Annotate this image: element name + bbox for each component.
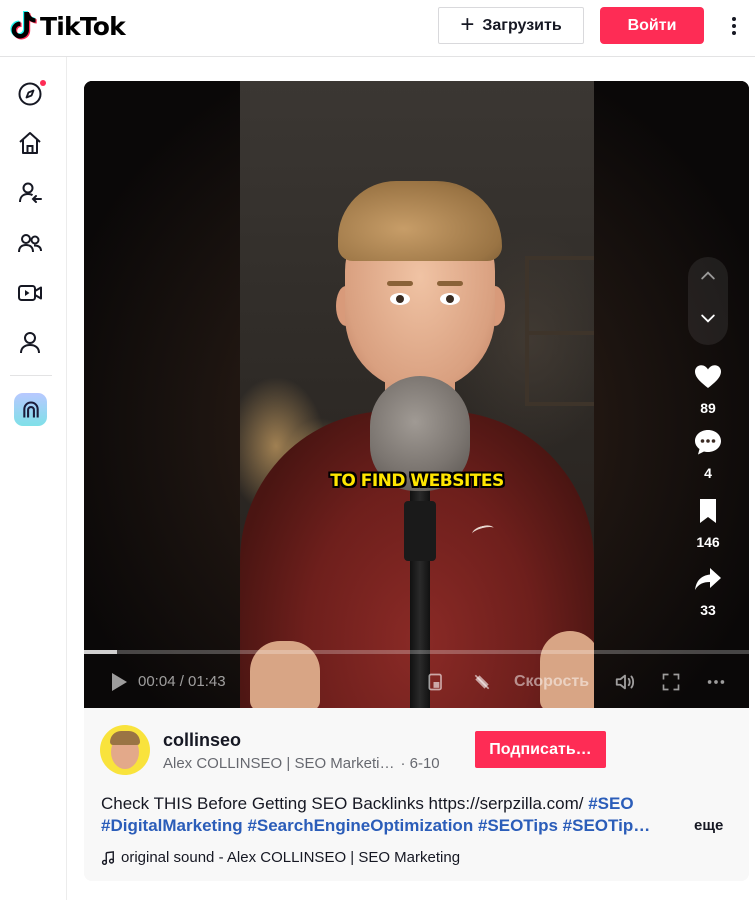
progress-track[interactable] — [84, 650, 749, 654]
video-info: collinseo Alex COLLINSEO | SEO Marketi… ·… — [84, 708, 749, 881]
sidebar — [0, 57, 67, 900]
live-video-icon — [18, 285, 42, 301]
like-count: 89 — [700, 400, 716, 416]
save-count: 146 — [696, 534, 720, 550]
friends-icon — [18, 234, 42, 253]
post-date: · 6-10 — [400, 755, 440, 772]
video-player[interactable]: TO FIND WEBSITES 89 4 146 33 00:04 / 01:… — [84, 81, 749, 708]
profile-icon — [20, 332, 40, 354]
sidebar-item-live-studio[interactable] — [14, 393, 47, 426]
share-icon — [695, 568, 721, 590]
sidebar-item-profile[interactable] — [14, 327, 46, 359]
music-note-icon — [101, 850, 115, 865]
video-caption-overlay: TO FIND WEBSITES — [330, 471, 504, 491]
author-subline: Alex COLLINSEO | SEO Marketi… · 6-10 — [163, 755, 440, 772]
video-controls: 00:04 / 01:43 Скорость — [84, 661, 749, 701]
sidebar-item-live[interactable] — [14, 277, 46, 309]
avatar[interactable] — [100, 725, 150, 775]
comment-icon — [695, 430, 721, 455]
hashtag-link[interactable]: #SEO — [588, 794, 633, 813]
logo-text: TikTok — [40, 11, 126, 41]
time-display: 00:04 / 01:43 — [138, 673, 226, 690]
more-options-icon[interactable] — [727, 13, 741, 39]
description-text: Check THIS Before Getting SEO Backlinks … — [101, 794, 584, 813]
sidebar-item-following[interactable] — [14, 177, 46, 209]
share-count: 33 — [700, 602, 716, 618]
sidebar-item-home[interactable] — [14, 127, 46, 159]
notification-dot — [40, 80, 46, 86]
video-frame: TO FIND WEBSITES — [240, 81, 594, 708]
compass-icon — [18, 82, 42, 106]
video-description: Check THIS Before Getting SEO Backlinks … — [101, 793, 661, 837]
more-controls-icon[interactable] — [703, 669, 729, 695]
share-action[interactable]: 33 — [688, 564, 728, 618]
fullscreen-icon[interactable] — [658, 669, 684, 695]
top-header: TikTok + Загрузить Войти — [0, 0, 755, 57]
bookmark-icon — [700, 499, 716, 523]
video-card: TO FIND WEBSITES 89 4 146 33 00:04 / 01:… — [84, 81, 749, 881]
live-studio-icon — [22, 400, 39, 417]
ai-assist-icon[interactable] — [469, 669, 495, 695]
sound-label: original sound - Alex COLLINSEO | SEO Ma… — [121, 849, 461, 866]
home-icon — [19, 132, 41, 154]
like-action[interactable]: 89 — [688, 362, 728, 416]
sidebar-divider — [10, 375, 52, 376]
upload-label: Загрузить — [482, 16, 562, 34]
login-button[interactable]: Войти — [600, 7, 704, 44]
sound-link[interactable]: original sound - Alex COLLINSEO | SEO Ma… — [101, 849, 460, 866]
sidebar-item-friends[interactable] — [14, 227, 46, 259]
hashtag-link[interactable]: #DigitalMarketing — [101, 816, 243, 835]
progress-fill — [84, 650, 118, 654]
author-username[interactable]: collinseo — [163, 730, 241, 751]
hashtag-link[interactable]: #SearchEngineOptimization — [247, 816, 473, 835]
tiktok-logo[interactable]: TikTok — [10, 10, 126, 42]
chevron-down-icon[interactable] — [696, 306, 720, 330]
author-display-name[interactable]: Alex COLLINSEO | SEO Marketi… — [163, 755, 394, 772]
volume-icon[interactable] — [612, 669, 638, 695]
comment-action[interactable]: 4 — [688, 427, 728, 481]
speed-button[interactable]: Скорость — [514, 673, 589, 691]
hashtag-link[interactable]: #SEOTip… — [563, 816, 651, 835]
following-icon — [19, 182, 42, 203]
upload-button[interactable]: + Загрузить — [438, 7, 584, 44]
plus-icon: + — [460, 10, 475, 38]
tiktok-logo-icon — [10, 11, 37, 40]
comment-count: 4 — [704, 465, 712, 481]
sidebar-item-explore[interactable] — [14, 78, 46, 110]
chevron-up-icon[interactable] — [696, 264, 720, 288]
save-action[interactable]: 146 — [688, 496, 728, 550]
pip-icon[interactable] — [423, 669, 449, 695]
hashtag-link[interactable]: #SEOTips — [478, 816, 558, 835]
expand-description-button[interactable]: еще — [694, 817, 723, 834]
play-icon[interactable] — [108, 671, 130, 693]
follow-button[interactable]: Подписать… — [475, 731, 606, 768]
heart-icon — [695, 365, 721, 388]
